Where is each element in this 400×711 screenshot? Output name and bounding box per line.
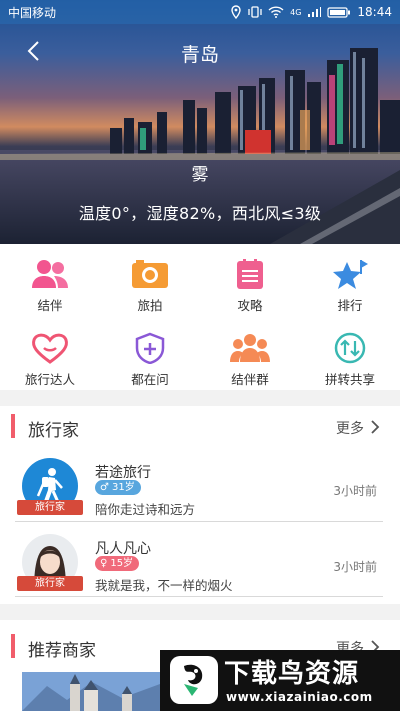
traveler-tag: 旅行家 (17, 500, 83, 515)
menu-item-share[interactable]: 拼转共享 (300, 320, 400, 392)
more-label: 更多 (336, 421, 364, 437)
traveler-time: 3小时前 (333, 560, 377, 574)
menu-item-companion[interactable]: 结伴 (0, 246, 100, 318)
traveler-signature: 陪你走过诗和远方 (95, 502, 196, 517)
more-button[interactable]: 更多 (336, 418, 380, 438)
two-people-icon (32, 260, 68, 288)
section-title: 推荐商家 (28, 641, 96, 661)
merchant-image[interactable] (22, 672, 160, 711)
section-title: 旅行家 (28, 421, 79, 441)
camera-icon (132, 260, 168, 288)
page-title: 青岛 (180, 44, 219, 66)
age-label: 15岁 (110, 558, 134, 569)
watermark-title: 下载鸟资源 (224, 659, 360, 689)
menu-item-label: 都在问 (131, 372, 169, 387)
weather-detail: 温度0°，湿度82%，西北风≤3级 (78, 204, 322, 223)
menu-item-travel-photo[interactable]: 旅拍 (100, 246, 200, 318)
menu-item-guide[interactable]: 攻略 (200, 246, 300, 318)
heart-icon (32, 333, 68, 364)
row-divider (15, 596, 383, 597)
watermark-banner: 下载鸟资源 www.xiazainiao.com (160, 650, 400, 711)
wifi-icon (268, 6, 284, 18)
carrier-label: 中国移动 (8, 5, 57, 20)
traveler-signature: 我就是我，不一样的烟火 (95, 578, 233, 593)
star-flag-icon (333, 260, 368, 289)
row-divider (15, 521, 383, 522)
male-icon: ♂ (100, 482, 109, 493)
traveler-name: 凡人凡心 (95, 541, 151, 557)
menu-item-ranking[interactable]: 排行 (300, 246, 400, 318)
female-icon: ♀ (100, 558, 108, 569)
age-label: 31岁 (111, 482, 135, 493)
notepad-icon (237, 259, 263, 289)
section-accent-bar (11, 634, 15, 658)
traveler-time: 3小时前 (333, 484, 377, 498)
menu-item-label: 旅行达人 (24, 372, 75, 387)
menu-item-qa[interactable]: 都在问 (100, 320, 200, 392)
swap-arrows-icon (334, 332, 366, 364)
gender-age-badge: ♀ 15岁 (95, 556, 140, 571)
menu-item-label: 旅拍 (137, 298, 163, 313)
status-bar: 中国移动 4G 18:44 (0, 0, 400, 24)
section-accent-bar (11, 414, 15, 438)
weather-condition: 雾 (191, 165, 209, 185)
menu-item-label: 结伴群 (231, 372, 269, 387)
location-icon (231, 5, 241, 19)
watermark-url: www.xiazainiao.com (226, 690, 373, 704)
menu-item-label: 攻略 (237, 298, 263, 313)
battery-icon (327, 7, 351, 18)
menu-item-label: 结伴 (37, 298, 63, 313)
feature-menu-grid: 结伴 旅拍 攻略 排行 旅行达人 都在问 结伴群 拼转共享 (0, 244, 400, 390)
bird-logo-icon (170, 656, 218, 704)
signal-icon (308, 7, 322, 17)
gender-age-badge: ♂ 31岁 (95, 480, 141, 495)
clock-label: 18:44 (357, 5, 392, 19)
menu-item-companion-group[interactable]: 结伴群 (200, 320, 300, 392)
chevron-right-icon (371, 420, 380, 434)
traveler-row[interactable]: 旅行家 若途旅行 ♂ 31岁 陪你走过诗和远方 3小时前 (0, 450, 400, 522)
vibrate-icon (248, 6, 262, 18)
menu-item-label: 排行 (337, 298, 363, 313)
travelers-section: 旅行家 更多 旅行家 若途旅行 ♂ 31岁 陪你走过诗和远方 3小时前 旅行家 凡… (0, 406, 400, 604)
network-type-label: 4G (290, 7, 302, 17)
city-banner: 中国移动 4G 18:44 青岛 雾 温度0°，湿度82%，西北风≤3级 (0, 0, 400, 244)
traveler-row[interactable]: 旅行家 凡人凡心 ♀ 15岁 我就是我，不一样的烟火 3小时前 (0, 526, 400, 598)
travelers-section-header: 旅行家 更多 (0, 406, 400, 446)
traveler-name: 若途旅行 (95, 465, 151, 481)
group-icon (230, 334, 270, 362)
traveler-tag: 旅行家 (17, 576, 83, 591)
menu-item-travel-expert[interactable]: 旅行达人 (0, 320, 100, 392)
menu-item-label: 拼转共享 (324, 372, 375, 387)
shield-plus-icon (135, 332, 165, 364)
app-screen: 中国移动 4G 18:44 青岛 雾 温度0°，湿度82%，西北风≤3级 结伴 … (0, 0, 400, 711)
